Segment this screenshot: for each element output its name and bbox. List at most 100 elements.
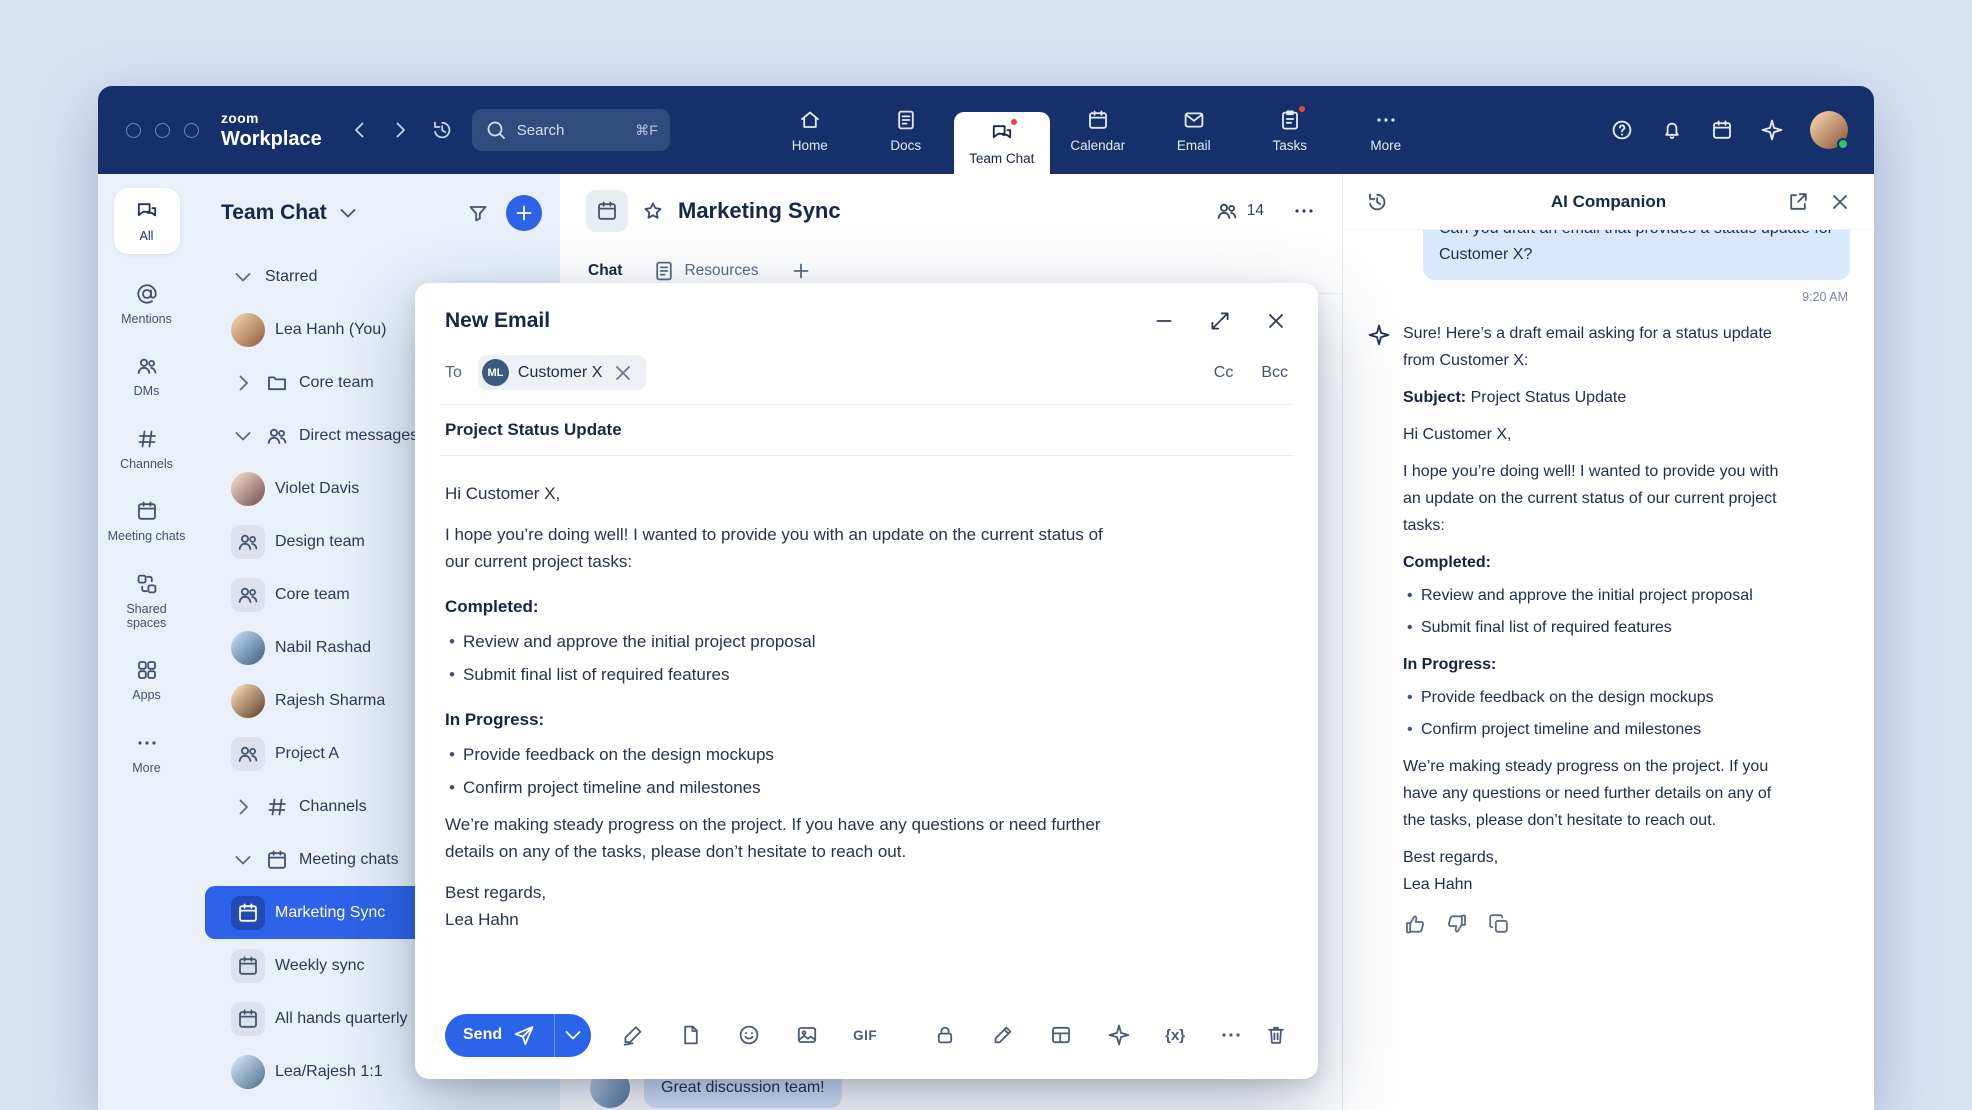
emoji-button[interactable]	[737, 1023, 761, 1047]
forward-button[interactable]	[388, 118, 412, 142]
rail-item-apps[interactable]: Apps	[107, 658, 187, 702]
at-icon	[135, 282, 159, 306]
subject-field[interactable]: Project Status Update	[415, 405, 1318, 455]
calendar-icon	[236, 1007, 260, 1031]
rail-item-dms[interactable]: DMs	[107, 354, 187, 398]
tab-resources[interactable]: Resources	[652, 259, 758, 283]
history-button[interactable]	[430, 86, 454, 174]
bcc-button[interactable]: Bcc	[1261, 364, 1288, 382]
modal-title: New Email	[445, 309, 550, 333]
signature-button[interactable]	[621, 1023, 645, 1047]
thumbs-down-button[interactable]	[1445, 912, 1469, 936]
rail-item-shared-spaces[interactable]: Shared spaces	[107, 572, 187, 631]
team-chat-title-dropdown[interactable]: Team Chat	[221, 201, 360, 225]
ai-feedback-bar	[1403, 912, 1850, 936]
filter-button[interactable]	[466, 201, 490, 225]
nav-more[interactable]: More	[1338, 86, 1434, 174]
rail-item-more[interactable]: More	[107, 731, 187, 775]
email-signature: Best regards,Lea Hahn	[445, 879, 1105, 933]
send-options-button[interactable]	[554, 1014, 591, 1057]
close-icon	[1828, 190, 1852, 214]
rail-item-meeting-chats[interactable]: Meeting chats	[107, 499, 187, 543]
rail-item-mentions[interactable]: Mentions	[107, 282, 187, 326]
chat-list-header: Team Chat	[195, 190, 560, 236]
tab-chat[interactable]: Chat	[588, 262, 622, 280]
help-button[interactable]	[1610, 118, 1634, 142]
sparkle-icon	[1107, 1023, 1131, 1047]
copy-button[interactable]	[1487, 912, 1511, 936]
nav-calendar[interactable]: Calendar	[1050, 86, 1146, 174]
image-icon	[795, 1023, 819, 1047]
thumbs-up-icon	[1403, 912, 1427, 936]
gif-button[interactable]: GIF	[853, 1028, 877, 1043]
ai-history-button[interactable]	[1365, 190, 1389, 214]
thumbs-up-button[interactable]	[1403, 912, 1427, 936]
recipient-row[interactable]: To ML Customer X Cc Bcc	[415, 339, 1318, 404]
ai-companion-header: AI Companion	[1343, 174, 1874, 230]
discard-draft-button[interactable]	[1264, 1023, 1288, 1047]
toolbar-more-button[interactable]	[1219, 1023, 1243, 1047]
search-shortcut: ⌘F	[635, 122, 658, 139]
window-minimize-button[interactable]	[155, 123, 170, 138]
member-count[interactable]: 14	[1215, 199, 1264, 223]
profile-avatar[interactable]	[1810, 111, 1848, 149]
template-button[interactable]	[1049, 1023, 1073, 1047]
calendar-icon	[1086, 108, 1110, 132]
list-item: Confirm project timeline and milestones	[1403, 716, 1791, 743]
search-icon	[484, 118, 508, 142]
email-body-editor[interactable]: Hi Customer X, I hope you’re doing well!…	[415, 456, 1135, 1003]
insert-image-button[interactable]	[795, 1023, 819, 1047]
meeting-avatar	[231, 896, 265, 930]
nav-home[interactable]: Home	[762, 86, 858, 174]
recipient-chip[interactable]: ML Customer X	[478, 355, 646, 390]
back-button[interactable]	[348, 118, 372, 142]
ai-companion-panel: AI Companion Can you draft an email that…	[1342, 174, 1874, 1110]
schedule-button[interactable]	[1710, 118, 1734, 142]
window-zoom-button[interactable]	[184, 123, 199, 138]
open-in-new-icon	[1786, 190, 1810, 214]
calendar-icon	[236, 901, 260, 925]
ai-completed-list: Review and approve the initial project p…	[1403, 582, 1791, 641]
variables-button[interactable]: {x}	[1165, 1027, 1185, 1044]
ai-open-window-button[interactable]	[1786, 190, 1810, 214]
send-button[interactable]: Send	[445, 1014, 554, 1057]
channel-more-button[interactable]	[1292, 199, 1316, 223]
new-chat-button[interactable]	[506, 195, 542, 231]
ai-companion-button[interactable]	[1760, 118, 1784, 142]
ai-close-button[interactable]	[1828, 190, 1852, 214]
minimize-button[interactable]	[1152, 309, 1176, 333]
more-dots-icon	[1219, 1023, 1243, 1047]
primary-navigation: Home Docs Team Chat Calendar Email	[762, 86, 1434, 174]
remove-recipient-button[interactable]	[611, 361, 635, 385]
nav-email[interactable]: Email	[1146, 86, 1242, 174]
shared-spaces-icon	[135, 572, 159, 596]
meeting-avatar	[231, 949, 265, 983]
home-icon	[798, 108, 822, 132]
nav-team-chat[interactable]: Team Chat	[954, 112, 1050, 174]
nav-tasks[interactable]: Tasks	[1242, 86, 1338, 174]
people-icon	[236, 742, 260, 766]
cc-button[interactable]: Cc	[1214, 364, 1234, 382]
window-close-button[interactable]	[126, 123, 141, 138]
notifications-button[interactable]	[1660, 118, 1684, 142]
search-placeholder: Search	[517, 122, 565, 139]
rail-item-channels[interactable]: Channels	[107, 427, 187, 471]
ai-response-text: Sure! Here’s a draft email asking for a …	[1403, 320, 1791, 898]
search-input[interactable]: Search ⌘F	[472, 109, 670, 151]
close-button[interactable]	[1264, 309, 1288, 333]
add-tab-button[interactable]	[789, 259, 813, 283]
star-channel-button[interactable]	[641, 199, 665, 223]
format-button[interactable]	[991, 1023, 1015, 1047]
ai-greeting: Hi Customer X,	[1403, 421, 1791, 448]
top-bar-utilities	[1610, 86, 1848, 174]
nav-docs[interactable]: Docs	[858, 86, 954, 174]
ai-assist-button[interactable]	[1107, 1023, 1131, 1047]
attach-file-button[interactable]	[679, 1023, 703, 1047]
expand-button[interactable]	[1208, 309, 1232, 333]
encryption-button[interactable]	[933, 1023, 957, 1047]
window-controls	[126, 86, 199, 174]
list-item: Provide feedback on the design mockups	[445, 741, 1105, 768]
more-icon	[1374, 108, 1398, 132]
rail-item-all[interactable]: All	[114, 188, 180, 254]
meeting-avatar	[231, 1002, 265, 1036]
